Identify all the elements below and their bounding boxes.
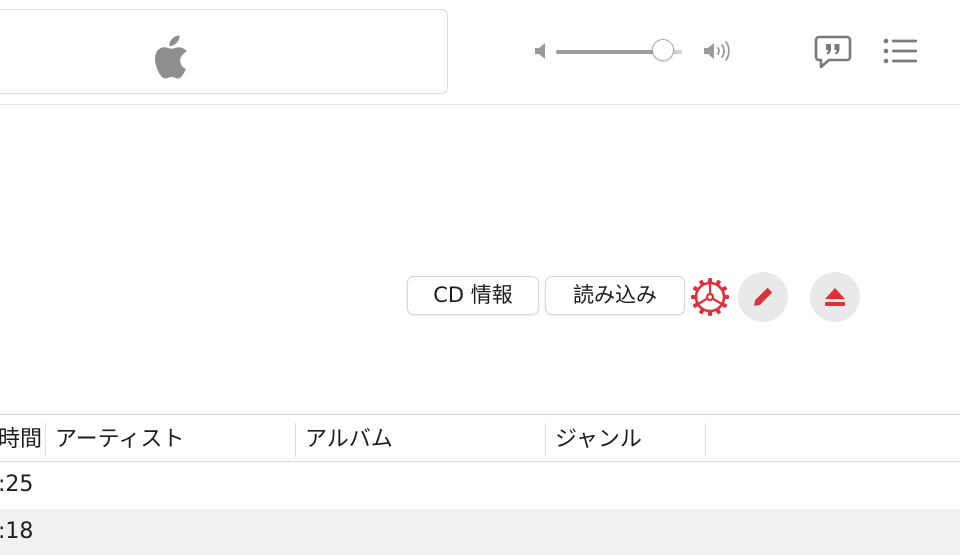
up-next-list-icon[interactable] xyxy=(880,35,922,67)
table-row[interactable]: :25 xyxy=(0,462,960,508)
track-time: :18 xyxy=(0,519,34,544)
column-header-genre[interactable]: ジャンル xyxy=(555,415,642,461)
track-table: 時間 アーティスト アルバム ジャンル :25 :18 xyxy=(0,414,960,555)
column-divider[interactable] xyxy=(545,423,546,457)
gear-icon[interactable] xyxy=(690,277,730,317)
speaker-low-icon[interactable] xyxy=(534,41,550,61)
column-header-album[interactable]: アルバム xyxy=(305,415,393,461)
lyrics-quote-bubble-icon[interactable] xyxy=(812,33,854,71)
column-divider[interactable] xyxy=(705,423,706,457)
pencil-icon xyxy=(754,287,773,306)
import-cd-button[interactable]: 読み込み xyxy=(545,276,685,315)
column-header-time[interactable]: 時間 xyxy=(0,415,42,461)
player-toolbar xyxy=(0,0,960,105)
volume-slider-fill xyxy=(556,50,664,54)
track-time: :25 xyxy=(0,472,34,497)
now-playing-display[interactable] xyxy=(0,9,448,94)
apple-logo-icon xyxy=(155,35,187,79)
column-divider[interactable] xyxy=(295,423,296,457)
eject-icon xyxy=(825,288,845,306)
column-header-artist[interactable]: アーティスト xyxy=(55,415,184,461)
eject-button[interactable] xyxy=(810,272,860,322)
cd-header-area xyxy=(0,105,960,415)
edit-button[interactable] xyxy=(738,272,788,322)
table-header: 時間 アーティスト アルバム ジャンル xyxy=(0,415,960,462)
volume-slider-knob[interactable] xyxy=(652,39,675,61)
cd-info-button[interactable]: CD 情報 xyxy=(407,276,539,315)
table-row[interactable]: :18 xyxy=(0,509,960,555)
speaker-high-icon[interactable] xyxy=(703,40,735,62)
column-divider[interactable] xyxy=(45,423,46,457)
